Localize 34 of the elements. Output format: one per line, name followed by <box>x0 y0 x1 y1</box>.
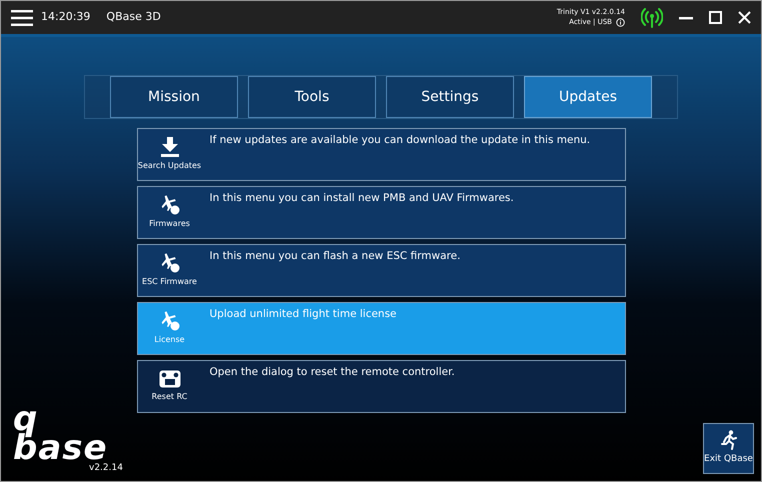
menu-item[interactable]: Reset RC Open the dialog to reset the remote controller. <box>136 360 626 413</box>
signal-icon <box>641 8 663 28</box>
menu-item-label: License <box>154 334 185 346</box>
tab[interactable]: Mission <box>110 76 238 118</box>
menu-item-description: Open the dialog to reset the remote controller. <box>208 365 456 380</box>
tab[interactable]: Tools <box>248 76 376 118</box>
download-icon <box>160 137 178 157</box>
menu-item[interactable]: ESC Firmware In this menu you can flash a new ESC firmware. <box>136 244 626 297</box>
menu-item[interactable]: Search Updates If new updates are available you can download the update in this menu. <box>136 128 626 181</box>
menu-item-label: Reset RC <box>152 391 188 403</box>
version-label: v2.2.14 <box>89 462 123 474</box>
airplane-icon <box>160 253 180 273</box>
menu-item-description: If new updates are available you can download the update in this menu. <box>208 133 592 148</box>
info-icon[interactable] <box>616 18 625 27</box>
menu-item-label: Search Updates <box>138 160 202 172</box>
menu-item[interactable]: Firmwares In this menu you can install new PMB and UAV Firmwares. <box>136 186 626 239</box>
menu-item-description: Upload unlimited flight time license <box>208 307 398 322</box>
app-logo: q base <box>13 405 108 463</box>
tab[interactable]: Settings <box>386 76 514 118</box>
menu-item-description: In this menu you can flash a new ESC firmware. <box>208 249 462 264</box>
airplane-icon <box>160 195 180 215</box>
menu-item-label: ESC Firmware <box>142 276 197 288</box>
tab[interactable]: Updates <box>524 76 652 118</box>
menu-icon[interactable] <box>11 10 33 26</box>
airplane-icon <box>160 311 180 331</box>
menu-item-description: In this menu you can install new PMB and UAV Firmwares. <box>208 191 515 206</box>
menu-item-label: Firmwares <box>149 218 190 230</box>
app-name: QBase 3D <box>106 9 161 26</box>
running-person-icon <box>720 430 736 450</box>
clock-time: 14:20:39 <box>41 9 90 26</box>
maximize-icon[interactable] <box>709 11 722 24</box>
close-icon[interactable] <box>738 11 751 24</box>
exit-button[interactable]: Exit QBase <box>703 423 754 474</box>
remote-controller-icon <box>158 370 180 388</box>
